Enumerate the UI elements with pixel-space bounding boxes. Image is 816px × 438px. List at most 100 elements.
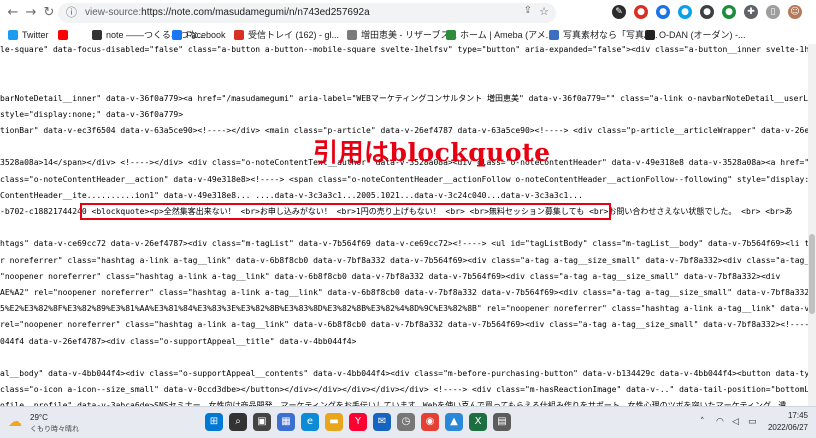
bookmark-item[interactable]: O-DAN (オーダン) -... xyxy=(645,28,746,42)
bookmark-item[interactable] xyxy=(58,28,72,42)
widgets-icon[interactable]: ▦ xyxy=(277,413,295,431)
bookmark-item[interactable]: Twitter xyxy=(8,28,49,42)
source-view: le-square" data-focus-disabled="false" c… xyxy=(0,44,808,406)
extension-red-icon[interactable]: ● xyxy=(634,5,648,19)
source-text: r noreferrer" class="hashtag a-link a-ta… xyxy=(0,255,808,265)
youtube-icon xyxy=(58,30,68,40)
source-text: htags" data-v-ce69cc72 data-v-26ef4787><… xyxy=(0,239,808,249)
battery-icon[interactable]: ▭ xyxy=(748,407,757,438)
avatar[interactable]: ☺ xyxy=(788,5,802,19)
chevron-up-icon[interactable]: ˄ xyxy=(700,407,705,438)
bookmark-item[interactable]: ホーム | Ameba (アメ... xyxy=(446,28,553,42)
eyedropper-icon[interactable]: ✎ xyxy=(612,5,626,19)
bookmark-label: ホーム | Ameba (アメ... xyxy=(460,30,554,40)
source-line: r noreferrer" class="hashtag a-link a-ta… xyxy=(0,255,808,266)
excel-icon[interactable]: X xyxy=(469,413,487,431)
source-text: al__body" data-v-4bb044f4><div class="o-… xyxy=(0,369,808,378)
source-text: barNoteDetail__inner" data-v-36f0a779><a… xyxy=(0,93,808,103)
photos-icon[interactable]: ▲ xyxy=(445,413,463,431)
source-text: style="display:none;" data-v-36f0a779> xyxy=(0,109,184,119)
clock[interactable]: 17:45 2022/06/27 xyxy=(768,410,808,434)
bookmarks-bar: Twitter note ——つくる、つな... Facebook 受信トレイ (16… xyxy=(0,26,816,45)
extension-dark-icon[interactable]: ● xyxy=(700,5,714,19)
bookmark-label: 写真素材なら「写真A... xyxy=(563,30,658,40)
source-line: htags" data-v-ce69cc72 data-v-26ef4787><… xyxy=(0,238,808,249)
gmail-icon xyxy=(234,30,244,40)
source-line: barNoteDetail__inner" data-v-36f0a779><a… xyxy=(0,93,808,104)
yahoo-icon[interactable]: Y xyxy=(349,413,367,431)
source-text: class="o-noteContentHeader__action" data… xyxy=(0,174,808,184)
weather-widget[interactable]: ☁ 29°C くもり時々晴れ xyxy=(8,411,79,435)
edge-icon[interactable]: e xyxy=(301,413,319,431)
file-explorer-icon[interactable]: ▬ xyxy=(325,413,343,431)
bookmark-label: Twitter xyxy=(22,30,49,40)
source-text: class="o-icon a-icon--size_small" data-v… xyxy=(0,385,808,395)
chrome-icon[interactable]: ◉ xyxy=(421,413,439,431)
reserve-icon xyxy=(347,30,357,40)
address-url[interactable]: view-source:https://note.com/masudamegum… xyxy=(85,3,370,23)
source-text: ContentHeader__ite..........ion1" data-v… xyxy=(0,190,583,200)
back-icon[interactable]: ← xyxy=(4,4,22,22)
source-text: AE%A2" rel="noopener noreferrer" class="… xyxy=(0,288,808,297)
source-line: 5%E2%E3%82%8F%E3%82%89%E3%81%AA%E3%81%84… xyxy=(0,303,808,314)
mail-icon[interactable]: ✉ xyxy=(373,413,391,431)
source-line: "noopener noreferrer" class="hashtag a-l… xyxy=(0,271,780,282)
odan-icon xyxy=(645,30,655,40)
taskbar: ☁ 29°C くもり時々晴れ ⊞ ⌕ ▣ ▦ e ▬ Y ✉ ◷ ◉ ▲ X ▤ ˄ ◠ ◁ ▭ 17:… xyxy=(0,406,816,438)
source-text: le-square" data-focus-disabled="false" c… xyxy=(0,45,808,54)
extension-cyan-icon[interactable]: ● xyxy=(678,5,692,19)
menu-icon[interactable]: ⋮ xyxy=(810,5,816,19)
source-line: class="o-icon a-icon--size_small" data-v… xyxy=(0,384,808,395)
wifi-icon[interactable]: ◠ xyxy=(716,407,724,438)
source-text: 044f4 data-v-26ef4787><div class="o-supp… xyxy=(0,336,357,346)
search-icon[interactable]: ⌕ xyxy=(229,413,247,431)
extension-icons: ✎ ● ● ● ● ● ✚ ▯ ☺ ⋮ xyxy=(612,5,816,21)
bookmark-item[interactable]: 写真素材なら「写真A... xyxy=(549,28,658,42)
source-line: le-square" data-focus-disabled="false" c… xyxy=(0,44,808,55)
share-icon[interactable]: ⇪ xyxy=(524,5,532,16)
lock-icon[interactable]: ⓘ xyxy=(66,6,78,20)
bookmark-item[interactable]: Facebook xyxy=(172,28,226,42)
temperature: 29°C xyxy=(30,413,48,422)
twitter-icon xyxy=(8,30,18,40)
bookmark-item[interactable]: 受信トレイ (162) - gl... xyxy=(234,28,339,42)
source-line: ContentHeader__ite..........ion1" data-v… xyxy=(0,190,583,201)
source-text: "noopener noreferrer" class="hashtag a-l… xyxy=(0,271,781,281)
extension-green-icon[interactable]: ● xyxy=(722,5,736,19)
weather-condition: くもり時々晴れ xyxy=(30,426,79,433)
sidebar-icon[interactable]: ▯ xyxy=(766,5,780,19)
extension-blue-icon[interactable]: ● xyxy=(656,5,670,19)
star-icon[interactable]: ☆ xyxy=(539,5,549,18)
forward-icon[interactable]: → xyxy=(22,4,40,22)
source-line: rel="noopener noreferrer" class="hashtag… xyxy=(0,319,808,330)
vertical-scrollbar[interactable] xyxy=(808,44,816,406)
weather-icon: ☁ xyxy=(8,414,22,430)
photo-icon xyxy=(549,30,559,40)
volume-icon[interactable]: ◁ xyxy=(732,407,739,438)
clock-icon[interactable]: ◷ xyxy=(397,413,415,431)
clock-date: 2022/06/27 xyxy=(767,423,808,432)
reload-icon[interactable]: ↻ xyxy=(40,4,58,22)
source-line: AE%A2" rel="noopener noreferrer" class="… xyxy=(0,287,808,298)
bookmark-label: 受信トレイ (162) - gl... xyxy=(248,30,340,40)
browser-toolbar: ← → ↻ ⓘ view-source:https://note.com/mas… xyxy=(0,0,816,27)
store-icon[interactable]: ▤ xyxy=(493,413,511,431)
address-bar[interactable]: ⓘ view-source:https://note.com/masudameg… xyxy=(58,3,556,23)
note-icon xyxy=(92,30,102,40)
scrollbar-thumb[interactable] xyxy=(809,234,815,314)
annotation-text: 引用はblockquote xyxy=(313,138,551,167)
bookmark-label: 増田恵美 - リザーブス... xyxy=(361,30,457,40)
bookmark-item[interactable]: 増田恵美 - リザーブス... xyxy=(347,28,457,42)
source-line: al__body" data-v-4bb044f4><div class="o-… xyxy=(0,368,808,379)
task-view-icon[interactable]: ▣ xyxy=(253,413,271,431)
bookmark-label: Facebook xyxy=(186,30,226,40)
windows-start-icon[interactable]: ⊞ xyxy=(205,413,223,431)
bookmark-label: O-DAN (オーダン) -... xyxy=(659,30,746,40)
facebook-icon xyxy=(172,30,182,40)
source-text: rel="noopener noreferrer" class="hashtag… xyxy=(0,320,808,330)
ameba-icon xyxy=(446,30,456,40)
source-line: class="o-noteContentHeader__action" data… xyxy=(0,174,808,185)
puzzle-icon[interactable]: ✚ xyxy=(744,5,758,19)
highlight-box xyxy=(80,203,611,220)
source-text: -b702-c18821744240 xyxy=(0,207,92,216)
